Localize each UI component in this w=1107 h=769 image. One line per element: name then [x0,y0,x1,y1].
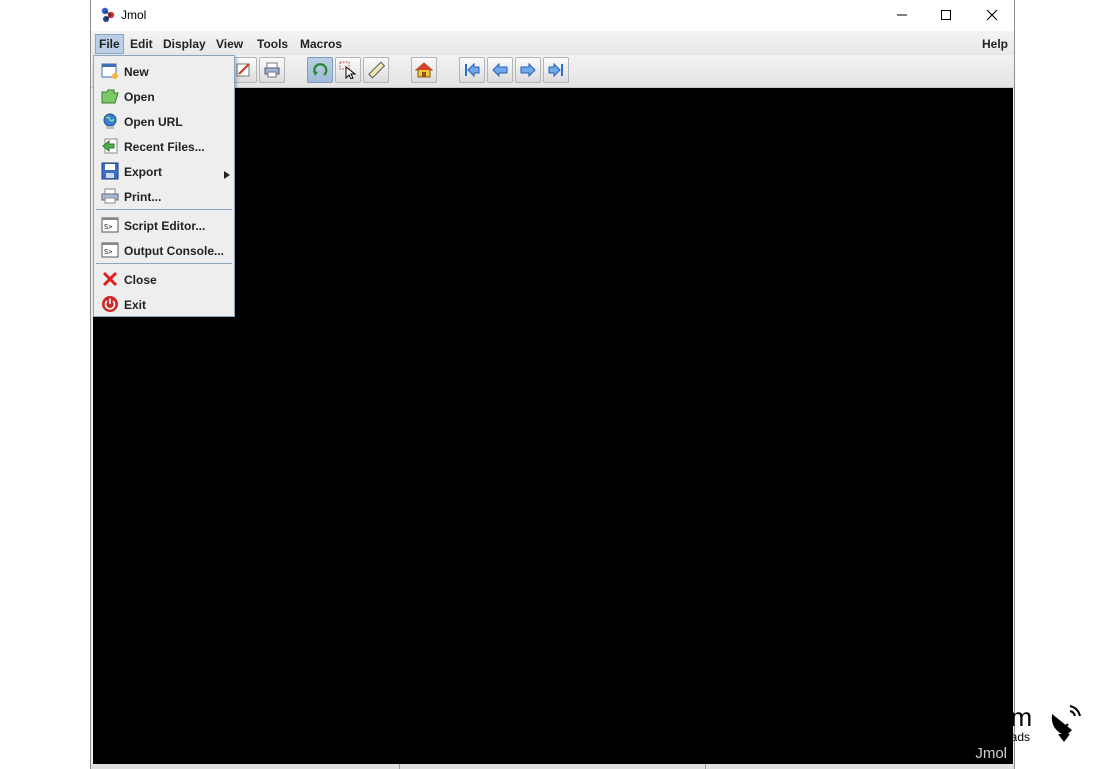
overlay-logo-subtext: oads [1004,730,1031,744]
file-menu-item-exit[interactable]: Exit [94,291,234,316]
file-menu-item-new[interactable]: New [94,58,234,83]
window-title: Jmol [121,8,147,22]
first-frame-icon [465,62,480,78]
status-divider [399,764,400,769]
menu-file[interactable]: File [95,34,124,54]
next-frame-button[interactable] [515,57,541,83]
overlay-logo-text: om [996,702,1033,732]
next-frame-icon [520,62,536,78]
measure-icon [368,61,385,79]
menu-bar: File Edit Display View Tools Macros Help [91,31,1014,55]
jmol-app-icon [99,6,117,24]
print-toolbar-button[interactable] [259,57,285,83]
file-menu-label: Output Console... [124,244,224,258]
title-bar: Jmol [91,0,1014,31]
file-menu-item-close[interactable]: Close [94,266,234,291]
menu-tools[interactable]: Tools [257,37,288,51]
menu-edit[interactable]: Edit [130,37,153,51]
printer-icon [101,187,119,205]
satellite-dish-icon [1051,705,1081,742]
first-frame-button[interactable] [459,57,485,83]
globe-icon [101,112,119,130]
file-menu-label: Open URL [124,115,183,129]
close-x-icon [101,270,119,288]
home-icon [415,62,433,78]
menu-view[interactable]: View [216,37,243,51]
file-menu-label: Open [124,90,155,104]
file-menu-label: Exit [124,298,147,312]
menu-help[interactable]: Help [982,37,1008,51]
svg-text:S>: S> [104,223,112,231]
previous-frame-button[interactable] [487,57,513,83]
power-icon [101,295,119,313]
submenu-arrow-icon [224,168,230,182]
file-menu-label: Script Editor... [124,219,206,233]
file-menu-item-print[interactable]: Print... [94,183,234,208]
file-menu-label: Print... [124,190,162,204]
edit-icon [236,63,250,77]
file-menu-item-open-url[interactable]: Open URL [94,108,234,133]
folder-open-icon [101,87,119,105]
file-menu-item-export[interactable]: Export [94,158,234,183]
last-frame-button[interactable] [543,57,569,83]
maximize-button[interactable] [923,0,969,31]
status-bar [91,764,1014,769]
new-document-icon [101,62,119,80]
file-menu-item-script-editor[interactable]: S> Script Editor... [94,212,234,237]
file-menu-item-open[interactable]: Open [94,83,234,108]
menu-display[interactable]: Display [163,37,206,51]
file-menu-label: Close [124,273,157,287]
file-menu-label: Recent Files... [124,140,205,154]
last-frame-icon [548,62,563,78]
console-icon: S> [101,216,119,234]
file-menu-label: New [124,65,149,79]
file-menu-item-output-console[interactable]: S> Output Console... [94,237,234,262]
status-divider [705,764,706,769]
file-menu-item-recent-files[interactable]: Recent Files... [94,133,234,158]
file-menu-label: Export [124,165,163,179]
overlay-logo: om oads [996,700,1107,750]
recent-arrow-icon [101,137,119,155]
console-icon: S> [101,241,119,259]
print-icon [264,62,280,78]
select-toolbar-button[interactable] [335,57,361,83]
previous-frame-icon [492,62,508,78]
minimize-button[interactable] [879,0,925,31]
select-icon [339,61,357,79]
svg-text:S>: S> [104,248,112,256]
menu-separator [96,263,232,264]
file-menu-dropdown: New Open Open URL Recent Files... Export… [93,55,235,317]
home-toolbar-button[interactable] [411,57,437,83]
save-disk-icon [101,162,119,180]
rotate-icon [313,63,328,76]
measure-toolbar-button[interactable] [363,57,389,83]
close-window-button[interactable] [969,0,1015,31]
rotate-toolbar-button[interactable] [307,57,333,83]
menu-separator [96,209,232,210]
menu-macros[interactable]: Macros [300,37,342,51]
